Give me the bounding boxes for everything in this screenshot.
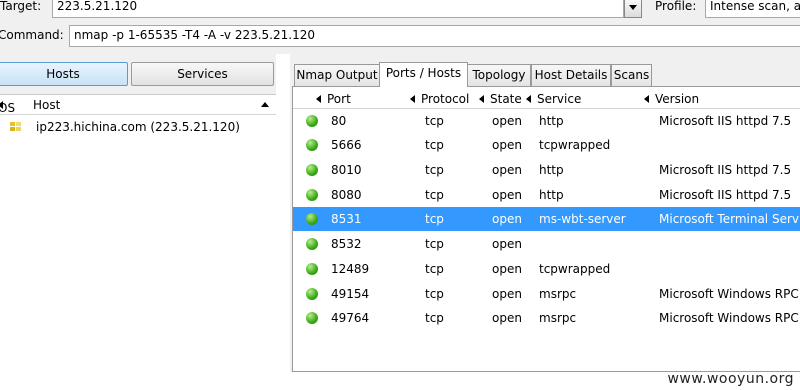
port-protocol: tcp: [425, 237, 444, 251]
port-service: tcpwrapped: [539, 262, 611, 276]
port-protocol: tcp: [425, 311, 444, 325]
port-protocol: tcp: [425, 262, 444, 276]
open-status-icon: [306, 238, 318, 250]
port-number: 8080: [331, 188, 362, 202]
column-service[interactable]: Service: [526, 92, 581, 106]
host-list: OS Host ip223.hichina.com (223.5.21.120): [0, 94, 276, 372]
open-status-icon: [306, 288, 318, 300]
port-protocol: tcp: [425, 138, 444, 152]
command-input[interactable]: nmap -p 1-65535 -T4 -A -v 223.5.21.120: [69, 25, 800, 47]
host-name: ip223.hichina.com (223.5.21.120): [36, 120, 240, 134]
ports-table-header: Port Protocol State Service Version: [293, 89, 800, 109]
sort-left-icon: [410, 95, 415, 103]
port-row-selected[interactable]: 8531 tcp open ms-wbt-server Microsoft Te…: [293, 207, 800, 231]
port-version: Microsoft Terminal Servi: [659, 212, 800, 226]
open-status-icon: [306, 189, 318, 201]
hosts-pane: Hosts Services OS Host ip223.hichina.com…: [0, 54, 276, 372]
sort-ascending-icon: [261, 102, 269, 107]
port-version: Microsoft Windows RPC: [659, 311, 799, 325]
port-protocol: tcp: [425, 114, 444, 128]
sort-left-icon: [316, 95, 321, 103]
port-state: open: [492, 262, 522, 276]
open-status-icon: [306, 139, 318, 151]
port-number: 49154: [331, 287, 370, 301]
port-service: ms-wbt-server: [539, 212, 626, 226]
ports-table: Port Protocol State Service Version 80 t…: [292, 86, 800, 372]
sort-left-icon: [479, 95, 484, 103]
port-number: 5666: [331, 138, 362, 152]
services-button[interactable]: Services: [131, 62, 274, 86]
tab-ports-hosts[interactable]: Ports / Hosts: [379, 62, 468, 87]
port-row[interactable]: 5666 tcp open tcpwrapped: [293, 133, 800, 157]
port-version: Microsoft Windows RPC: [659, 287, 799, 301]
open-status-icon: [306, 115, 318, 127]
column-os[interactable]: OS: [0, 98, 15, 115]
target-input[interactable]: 223.5.21.120: [52, 0, 624, 18]
open-status-icon: [306, 213, 318, 225]
port-state: open: [492, 287, 522, 301]
port-row[interactable]: 49154 tcp open msrpc Microsoft Windows R…: [293, 282, 800, 306]
sort-left-icon: [526, 95, 531, 103]
command-label: Command:: [0, 28, 64, 42]
profile-select[interactable]: Intense scan, al: [705, 0, 800, 18]
port-row[interactable]: 49764 tcp open msrpc Microsoft Windows R…: [293, 306, 800, 330]
host-row[interactable]: ip223.hichina.com (223.5.21.120): [0, 115, 276, 139]
open-status-icon: [306, 263, 318, 275]
port-service: msrpc: [539, 311, 577, 325]
port-state: open: [492, 212, 522, 226]
port-number: 12489: [331, 262, 370, 276]
port-state: open: [492, 114, 522, 128]
open-status-icon: [306, 312, 318, 324]
profile-label: Profile:: [655, 0, 697, 13]
target-label: Target:: [0, 0, 42, 13]
port-protocol: tcp: [425, 188, 444, 202]
target-dropdown-button[interactable]: [624, 0, 642, 18]
port-service: tcpwrapped: [539, 138, 611, 152]
tab-scans[interactable]: Scans: [611, 64, 652, 86]
host-list-header: OS Host: [0, 95, 276, 115]
column-state[interactable]: State: [479, 92, 522, 106]
results-pane: Nmap Output Ports / Hosts Topology Host …: [290, 54, 800, 372]
tab-nmap-output[interactable]: Nmap Output: [294, 64, 380, 86]
port-service: msrpc: [539, 287, 577, 301]
port-row[interactable]: 8532 tcp open: [293, 232, 800, 256]
port-protocol: tcp: [425, 287, 444, 301]
column-port[interactable]: Port: [316, 92, 351, 106]
port-protocol: tcp: [425, 212, 444, 226]
port-row[interactable]: 8080 tcp open http Microsoft IIS httpd 7…: [293, 183, 800, 207]
port-number: 8010: [331, 163, 362, 177]
port-number: 49764: [331, 311, 370, 325]
column-version[interactable]: Version: [644, 92, 699, 106]
port-state: open: [492, 237, 522, 251]
hosts-button[interactable]: Hosts: [0, 62, 128, 86]
port-version: Microsoft IIS httpd 7.5: [659, 114, 792, 128]
windows-flag-icon: [10, 122, 21, 131]
open-status-icon: [306, 164, 318, 176]
port-row[interactable]: 12489 tcp open tcpwrapped: [293, 257, 800, 281]
port-number: 80: [331, 114, 347, 128]
port-service: http: [539, 114, 564, 128]
port-state: open: [492, 163, 522, 177]
port-state: open: [492, 188, 522, 202]
port-state: open: [492, 311, 522, 325]
port-version: Microsoft IIS httpd 7.5: [659, 188, 792, 202]
tab-host-details[interactable]: Host Details: [531, 64, 611, 86]
column-protocol[interactable]: Protocol: [410, 92, 469, 106]
watermark: www.wooyun.org: [667, 371, 794, 387]
port-row[interactable]: 8010 tcp open http Microsoft IIS httpd 7…: [293, 158, 800, 182]
port-version: Microsoft IIS httpd 7.5: [659, 163, 792, 177]
port-state: open: [492, 138, 522, 152]
port-service: http: [539, 163, 564, 177]
toolbar: Target: 223.5.21.120 Profile: Intense sc…: [0, 0, 800, 54]
sort-left-icon: [644, 95, 649, 103]
port-number: 8531: [331, 212, 362, 226]
port-row[interactable]: 80 tcp open http Microsoft IIS httpd 7.5: [293, 109, 800, 133]
port-number: 8532: [331, 237, 362, 251]
column-host[interactable]: Host: [33, 98, 60, 112]
tab-topology[interactable]: Topology: [467, 64, 531, 86]
port-protocol: tcp: [425, 163, 444, 177]
port-service: http: [539, 188, 564, 202]
